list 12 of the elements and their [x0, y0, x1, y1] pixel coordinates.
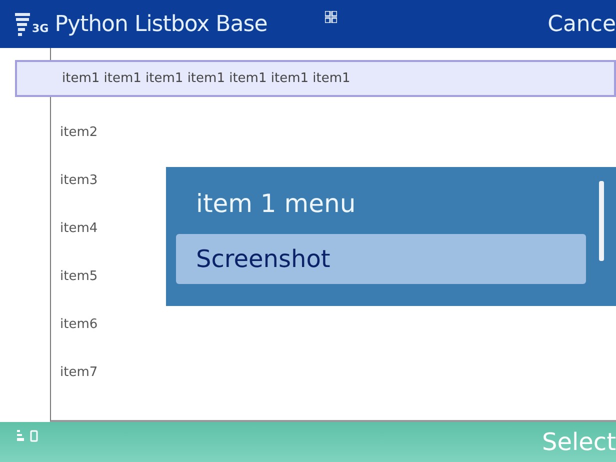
- signal-icon: [15, 12, 31, 36]
- cancel-softkey[interactable]: Cance: [548, 12, 616, 36]
- window-title: Python Listbox Base: [54, 12, 268, 36]
- network-label: 3G: [32, 22, 49, 34]
- scrollbar[interactable]: [599, 181, 604, 261]
- menu-option[interactable]: Screenshot: [176, 234, 586, 284]
- list-item[interactable]: item1 item1 item1 item1 item1 item1 item1: [15, 60, 616, 97]
- list-item[interactable]: item2: [51, 108, 616, 156]
- popup-title: item 1 menu: [195, 189, 357, 220]
- grid-icon[interactable]: [325, 11, 338, 23]
- status-icon: [17, 430, 39, 442]
- list-item[interactable]: item7: [51, 348, 616, 396]
